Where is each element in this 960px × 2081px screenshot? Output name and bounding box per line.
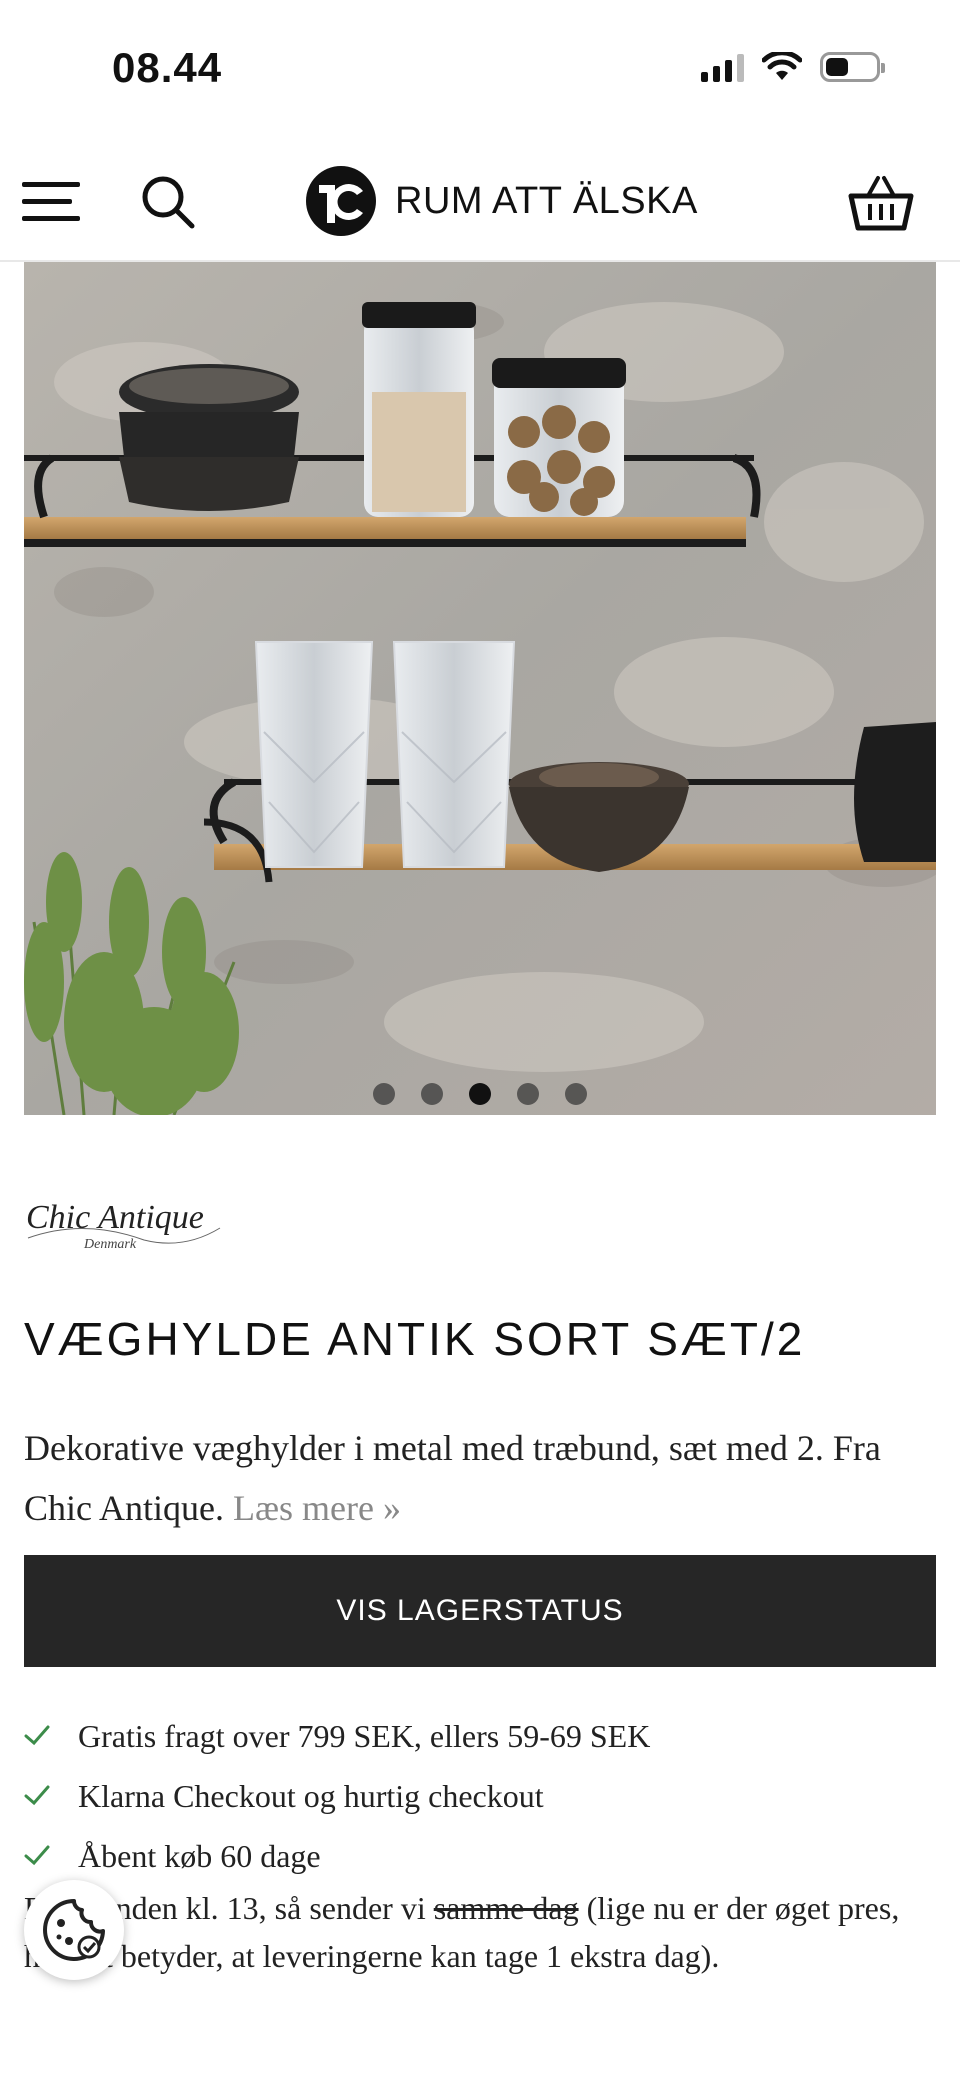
product-description: Dekorative væghylder i metal med træbund… (24, 1418, 936, 1538)
status-icons (701, 52, 885, 82)
check-icon (24, 1845, 50, 1866)
usp-item: Åbent køb 60 dage (24, 1826, 936, 1886)
shipping-note: Bestil inden kl. 13, så sender vi samme … (24, 1884, 924, 1980)
menu-icon[interactable] (22, 182, 82, 222)
check-icon (24, 1785, 50, 1806)
chic-antique-logo[interactable]: Chic Antique Denmark (24, 1188, 224, 1258)
read-more-link[interactable]: Læs mere » (233, 1488, 401, 1528)
site-header: RUM ATT ÄLSKA (0, 130, 960, 262)
check-icon (24, 1725, 50, 1746)
brand-name: RUM ATT ÄLSKA (395, 179, 698, 222)
cookie-icon (43, 1899, 105, 1961)
svg-text:Chic Antique: Chic Antique (26, 1199, 204, 1236)
usp-list: Gratis fragt over 799 SEK, ellers 59-69 … (24, 1706, 936, 1886)
gallery-pagination (24, 1083, 936, 1105)
description-text: Dekorative væghylder i metal med træbund… (24, 1428, 881, 1528)
gallery-dot[interactable] (565, 1083, 587, 1105)
brand-logo-mark (306, 166, 376, 236)
usp-item: Gratis fragt over 799 SEK, ellers 59-69 … (24, 1706, 936, 1766)
basket-icon[interactable] (848, 174, 914, 232)
brand-logo[interactable]: RUM ATT ÄLSKA (305, 165, 698, 237)
usp-item: Klarna Checkout og hurtig checkout (24, 1766, 936, 1826)
usp-text: Åbent køb 60 dage (78, 1837, 321, 1874)
product-image-gallery[interactable] (24, 262, 936, 1115)
svg-text:Denmark: Denmark (83, 1237, 137, 1252)
gallery-dot[interactable] (373, 1083, 395, 1105)
status-bar: 08.44 (0, 0, 960, 130)
product-image (24, 262, 936, 1115)
shipping-note-struck: samme dag (433, 1890, 579, 1926)
battery-icon (820, 52, 885, 82)
usp-text: Klarna Checkout og hurtig checkout (78, 1777, 544, 1814)
product-title: VÆGHYLDE ANTIK SORT SÆT/2 (24, 1313, 806, 1365)
gallery-dot[interactable] (517, 1083, 539, 1105)
gallery-dot-active[interactable] (469, 1083, 491, 1105)
gallery-dot[interactable] (421, 1083, 443, 1105)
status-time: 08.44 (112, 44, 223, 91)
search-icon[interactable] (140, 174, 196, 230)
cellular-signal-icon (701, 52, 744, 82)
wifi-icon (762, 52, 802, 80)
show-stock-status-button[interactable]: VIS LAGERSTATUS (24, 1555, 936, 1667)
usp-text: Gratis fragt over 799 SEK, ellers 59-69 … (78, 1717, 651, 1754)
cookie-settings-button[interactable] (24, 1880, 124, 1980)
